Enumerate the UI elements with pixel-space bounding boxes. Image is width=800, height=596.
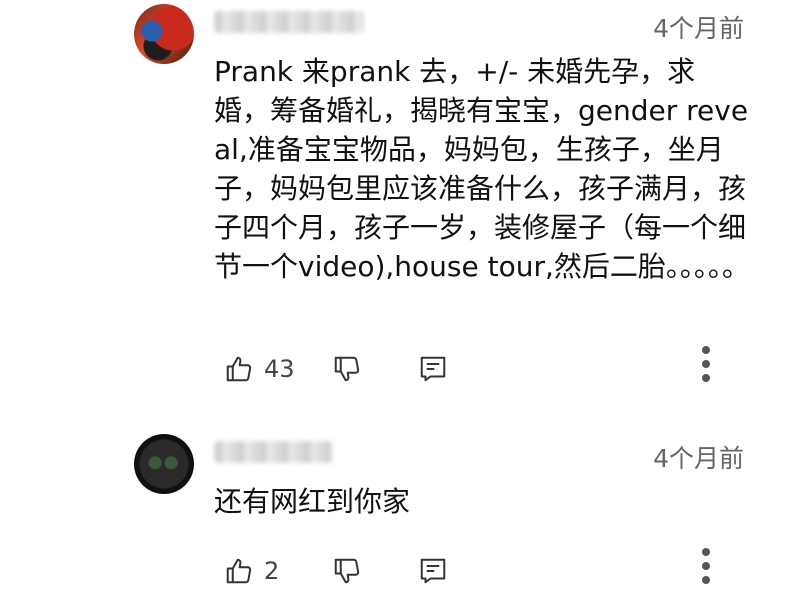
dislike-button[interactable] (332, 354, 362, 384)
dislike-button[interactable] (332, 556, 362, 586)
more-vert-icon (700, 546, 712, 586)
comment-timestamp: 4个月前 (653, 14, 744, 43)
thumbs-up-icon (224, 354, 254, 384)
like-button[interactable]: 43 (224, 354, 295, 384)
username-blurred[interactable] (214, 441, 332, 463)
comment-text: 还有网红到你家 (214, 485, 411, 518)
avatar[interactable] (134, 434, 194, 494)
avatar[interactable] (134, 4, 194, 64)
more-vert-icon (700, 344, 712, 384)
reply-button[interactable] (418, 556, 448, 586)
thumbs-down-icon (332, 354, 362, 384)
comment-item: 4个月前 Prank 来prank 去，+/- 未婚先孕，求婚，筹备婚礼，揭晓有… (0, 0, 800, 410)
comment-actions: 43 (214, 346, 734, 394)
comment-item: 4个月前 还有网红到你家 2 (0, 420, 800, 596)
thumbs-up-icon (224, 556, 254, 586)
reply-icon (418, 354, 448, 384)
like-count: 2 (264, 557, 280, 585)
reply-button[interactable] (418, 354, 448, 384)
thumbs-down-icon (332, 556, 362, 586)
more-options-button[interactable] (700, 546, 712, 586)
comment-timestamp: 4个月前 (653, 444, 744, 473)
comment-actions: 2 (214, 548, 734, 596)
like-button[interactable]: 2 (224, 556, 279, 586)
more-options-button[interactable] (700, 344, 712, 384)
like-count: 43 (264, 355, 295, 383)
comment-text: Prank 来prank 去，+/- 未婚先孕，求婚，筹备婚礼，揭晓有宝宝，ge… (214, 55, 750, 283)
reply-icon (418, 556, 448, 586)
username-blurred[interactable] (214, 11, 364, 33)
